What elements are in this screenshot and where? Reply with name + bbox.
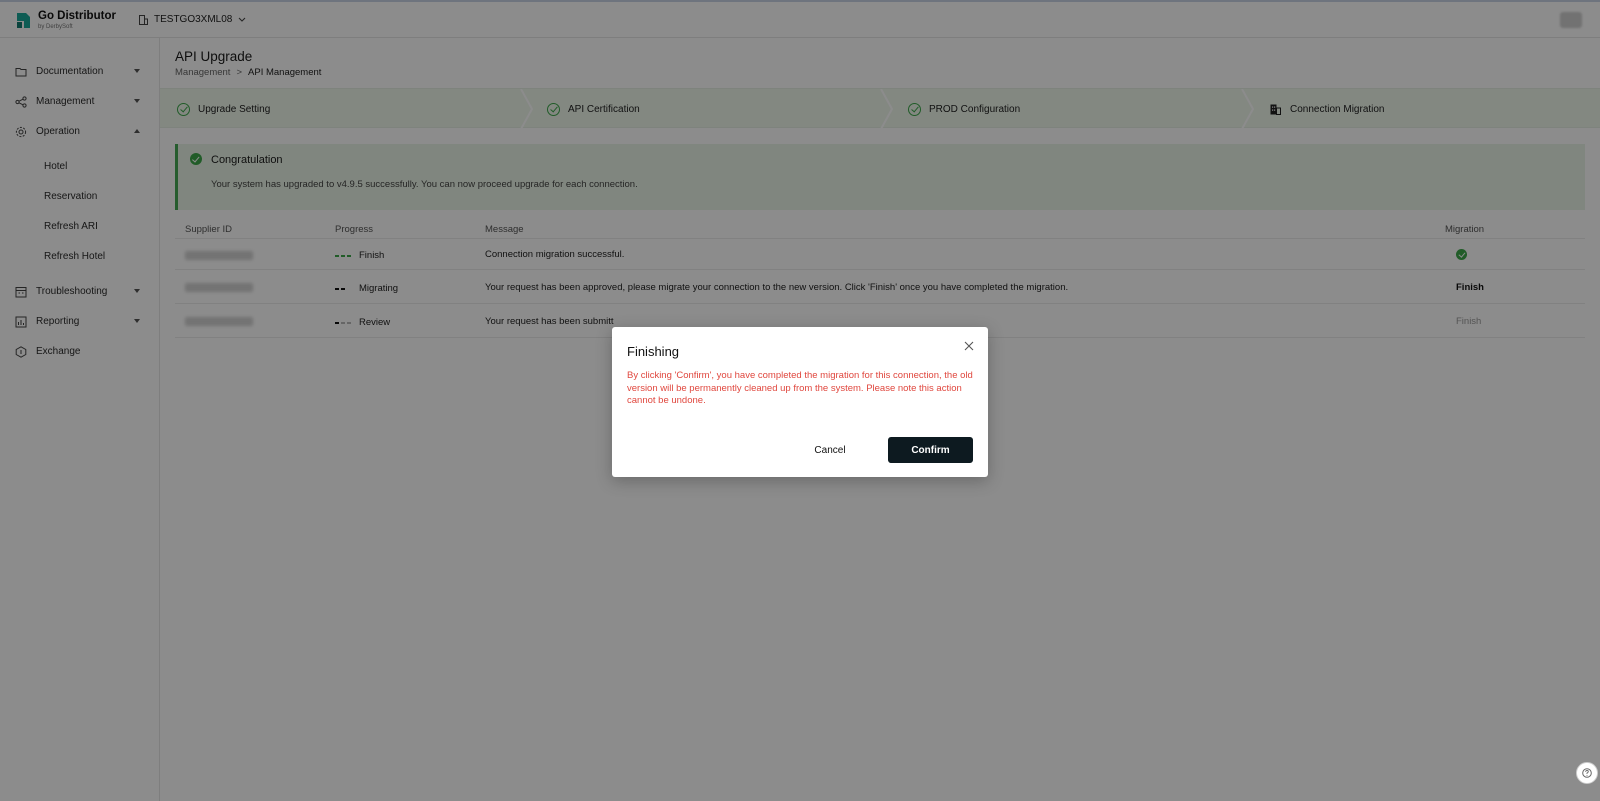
help-icon bbox=[1582, 768, 1592, 778]
help-button[interactable] bbox=[1576, 762, 1598, 784]
dialog-title: Finishing bbox=[627, 344, 680, 359]
finishing-dialog: Finishing By clicking 'Confirm', you hav… bbox=[612, 327, 988, 477]
dialog-warning-text: By clicking 'Confirm', you have complete… bbox=[627, 370, 973, 406]
close-icon[interactable] bbox=[963, 340, 975, 352]
cancel-button[interactable]: Cancel bbox=[790, 437, 870, 463]
confirm-button[interactable]: Confirm bbox=[888, 437, 973, 463]
